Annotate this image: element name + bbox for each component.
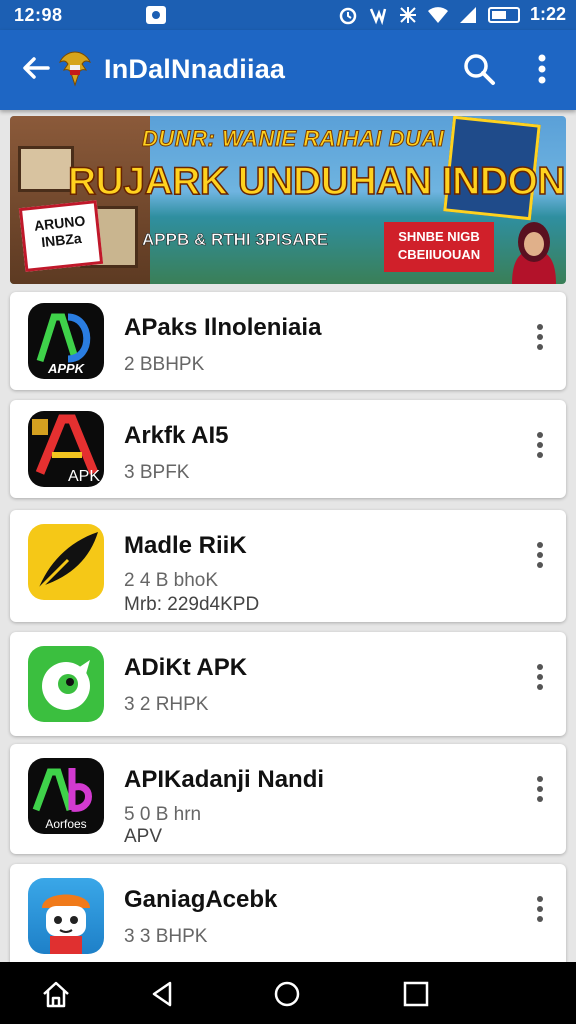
back-icon[interactable] [146, 978, 178, 1010]
home-icon[interactable] [40, 978, 72, 1010]
icon-label: Aorfoes [45, 817, 86, 831]
app-size: 2 BBHPK [124, 354, 205, 375]
app-size: 2 4 B bhoK [124, 570, 219, 591]
list-item[interactable]: Madle RiiK 2 4 B bhoK Mrb: 229d4KPD [10, 510, 566, 622]
banner-subtitle: APPB & RTHI 3PISARE [142, 230, 329, 250]
status-clock: 1:22 [529, 4, 566, 24]
robot-icon [28, 878, 104, 954]
app-name: Madle RiiK [124, 532, 247, 559]
status-icons: 1:22 [338, 4, 566, 25]
a-apk-icon: APK [28, 411, 104, 487]
banner-headline-top: DUNR: WANIE RAIHAI DUAI [141, 126, 445, 152]
back-arrow-icon[interactable] [20, 52, 52, 84]
list-item[interactable]: Aorfoes APIKadanji Nandi 5 0 B hrn APV [10, 744, 566, 854]
app-size: 3 3 BHPK [124, 926, 208, 947]
green-bird-icon [28, 646, 104, 722]
recents-home-icon[interactable] [271, 978, 303, 1010]
overflow-menu-icon[interactable] [532, 776, 548, 806]
app-size: 3 BPFK [124, 462, 190, 483]
app-bar: InDalNnadiiaa [0, 30, 576, 110]
status-time: 12:98 [14, 5, 63, 25]
signal-icon [459, 6, 476, 23]
ad-apk-icon: APPK [28, 303, 104, 379]
list-item[interactable]: GaniagAcebk 3 3 BHPK [10, 864, 566, 968]
overflow-menu-icon[interactable] [532, 664, 548, 694]
overflow-menu-icon[interactable] [532, 324, 548, 354]
page-title: InDalNnadiiaa [104, 54, 286, 84]
banner-headline: RUJARK UNDUHAN INDONESIA [67, 159, 566, 204]
vibrate-icon [369, 8, 387, 25]
app-name: GaniagAcebk [124, 886, 278, 913]
list-item[interactable]: APK Arkfk AI5 3 BPFK [10, 400, 566, 498]
app-size: 3 2 RHPK [124, 694, 209, 715]
icon-label: APPK [47, 361, 86, 376]
ab-apk-icon: Aorfoes [28, 758, 104, 834]
list-item[interactable]: APPK APaks Ilnoleniaia 2 BBHPK [10, 292, 566, 390]
person-image [512, 222, 556, 284]
list-item[interactable]: ADiKt APK 3 2 RHPK [10, 632, 566, 736]
feather-icon [28, 524, 104, 600]
alarm-icon [339, 7, 357, 24]
overflow-menu-icon[interactable] [532, 542, 548, 572]
app-version: Mrb: 229d4KPD [124, 594, 260, 615]
search-icon[interactable] [462, 52, 496, 86]
overflow-menu-icon[interactable] [532, 896, 548, 926]
app-size: 5 0 B hrn [124, 804, 202, 825]
wifi-icon [427, 6, 448, 23]
app-name: Arkfk AI5 [124, 422, 229, 449]
app-version: APV [124, 826, 163, 847]
notification-icon [146, 6, 166, 24]
garuda-emblem-icon [59, 51, 91, 87]
icon-label: APK [68, 468, 100, 485]
status-bar: 12:98 1:22 [0, 0, 576, 30]
battery-icon [487, 6, 520, 23]
navigation-bar [0, 962, 576, 1024]
banner-sign: ARUNO INBZa [18, 200, 104, 272]
app-name: APaks Ilnoleniaia [124, 314, 322, 341]
banner-red-box: SHNBE NIGB CBEIIUOUAN [384, 222, 494, 272]
overflow-menu-icon[interactable] [532, 432, 548, 462]
more-options-icon[interactable] [530, 52, 554, 86]
promo-banner[interactable]: ARUNO INBZa DUNR: WANIE RAIHAI DUAI RUJA… [10, 116, 566, 284]
app-name: APIKadanji Nandi [124, 766, 325, 793]
app-name: ADiKt APK [124, 654, 248, 681]
overview-icon[interactable] [400, 978, 432, 1010]
nfc-icon [399, 6, 416, 23]
